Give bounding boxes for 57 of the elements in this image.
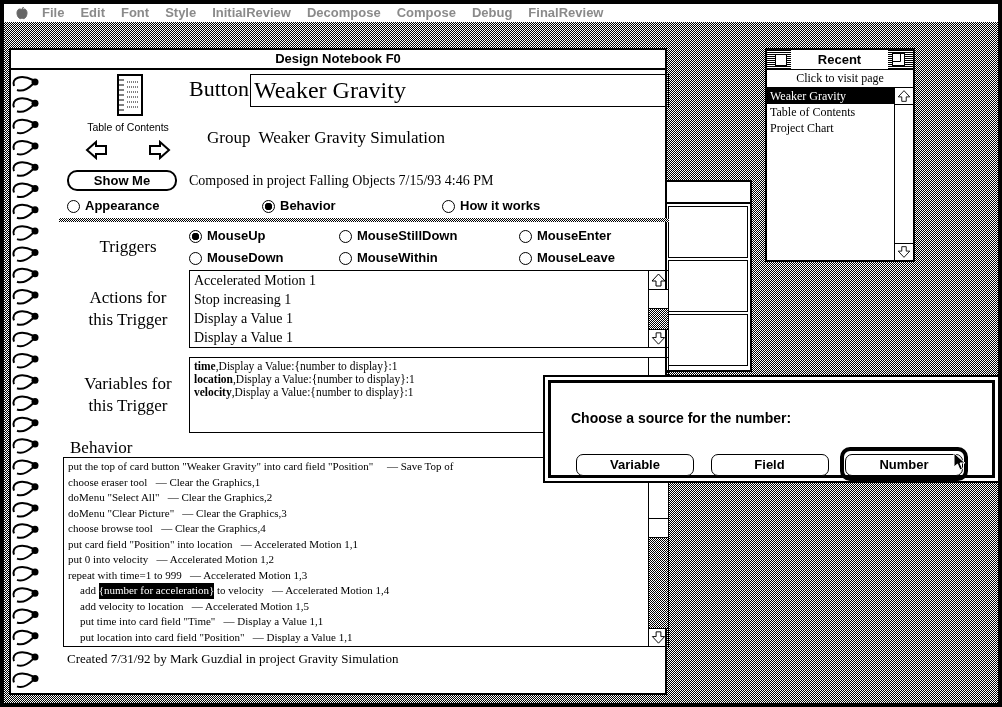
trigger-radio-label[interactable]: MouseUp <box>207 226 266 246</box>
table-of-contents-label[interactable]: Table of Contents <box>87 120 169 136</box>
view-radio[interactable] <box>262 199 275 213</box>
actions-label: Actions for this Trigger <box>87 287 169 331</box>
behavior-label: Behavior <box>70 437 134 457</box>
scroll-up-arrow-icon[interactable] <box>895 88 913 105</box>
composed-info: Composed in project Falling Objects 7/15/93 4:46 PM <box>189 172 494 190</box>
view-radio-label[interactable]: Behavior <box>280 196 336 216</box>
trigger-radio-label[interactable]: MouseDown <box>207 248 284 268</box>
view-radio-label[interactable]: How it works <box>460 196 541 216</box>
group-name: Weaker Gravity Simulation <box>258 127 445 149</box>
window-title: Design Notebook F0 <box>11 50 665 70</box>
created-info: Created 7/31/92 by Mark Guzdial in project Gravity Simulation <box>67 650 400 668</box>
scroll-down-arrow-icon[interactable] <box>649 628 668 646</box>
view-radio[interactable] <box>442 199 455 213</box>
scroll-down-arrow-icon[interactable] <box>649 329 668 347</box>
variables-label: Variables for this Trigger <box>83 373 173 417</box>
button-label: Button <box>189 75 249 103</box>
scroll-thumb[interactable] <box>649 289 668 309</box>
trigger-radio-label[interactable]: MouseStillDown <box>357 226 458 246</box>
recent-page-item[interactable]: Weaker Gravity <box>767 88 894 104</box>
trigger-radio[interactable] <box>519 229 532 243</box>
dialog-button[interactable]: Field <box>710 453 829 476</box>
view-radio[interactable] <box>67 199 80 213</box>
left-arrow-icon[interactable] <box>85 139 109 160</box>
behavior-script-box[interactable] <box>63 457 669 647</box>
dialog-button[interactable]: Number <box>845 453 963 476</box>
dialog-button[interactable]: Variable <box>576 453 694 476</box>
group-label: Group <box>207 127 251 149</box>
zoom-box-icon[interactable] <box>892 53 905 66</box>
action-item[interactable]: Stop increasing 1 <box>194 290 648 309</box>
trigger-radio-label[interactable]: MouseWithin <box>357 248 438 268</box>
window-title: Recent <box>791 49 888 70</box>
right-arrow-icon[interactable] <box>147 139 171 160</box>
scroll-thumb[interactable] <box>649 518 668 538</box>
show-me-button[interactable]: Show Me <box>67 170 177 191</box>
trigger-radio[interactable] <box>189 251 202 265</box>
trigger-radio[interactable] <box>339 251 352 265</box>
actions-list[interactable]: Accelerated Motion 1 Stop increasing 1 Display a Value 1 Display a Value 1 <box>189 270 669 348</box>
trigger-radio-label[interactable]: MouseLeave <box>537 248 616 268</box>
action-item[interactable]: Accelerated Motion 1 <box>194 271 648 290</box>
close-box-icon[interactable] <box>775 53 787 66</box>
notebook-icon[interactable] <box>117 74 143 116</box>
apple-logo-icon[interactable] <box>16 6 28 20</box>
action-item[interactable]: Display a Value 1 <box>194 309 648 328</box>
trigger-radio[interactable] <box>189 229 202 243</box>
trigger-radio[interactable] <box>519 251 532 265</box>
scroll-up-arrow-icon[interactable] <box>649 271 668 289</box>
variable-item[interactable]: time,Display a Value:{number to display}:1 <box>194 360 648 373</box>
scroll-down-arrow-icon[interactable] <box>895 243 913 260</box>
button-name-field[interactable]: Weaker Gravity <box>249 74 669 107</box>
action-item[interactable]: Display a Value 1 <box>194 328 648 347</box>
selected-script-text: {number for acceleration} <box>98 583 215 599</box>
triggers-label: Triggers <box>99 236 157 259</box>
trigger-radio[interactable] <box>339 229 352 243</box>
trigger-radio-label[interactable]: MouseEnter <box>537 226 612 246</box>
view-radio-label[interactable]: Appearance <box>85 196 160 216</box>
